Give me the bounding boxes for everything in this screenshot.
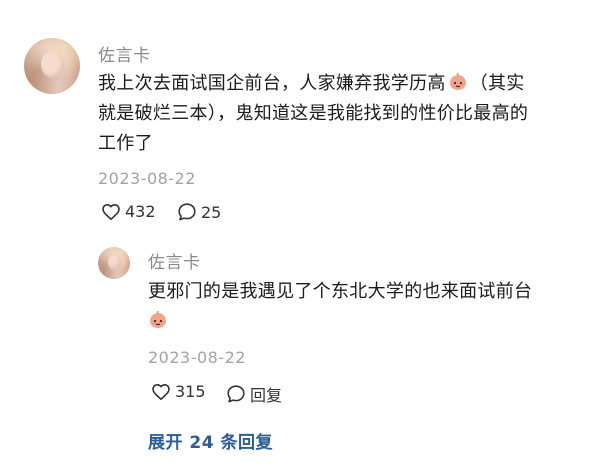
like-button[interactable]: 315 xyxy=(151,382,206,401)
main-comment: 佐言卡 我上次去面试国企前台，人家嫌弃我学历高 （其实 就是破烂三本），鬼知道这… xyxy=(0,0,600,240)
avatar[interactable] xyxy=(24,38,80,94)
peach-face-icon xyxy=(148,310,168,330)
speech-bubble-icon xyxy=(178,203,196,221)
reply-button[interactable]: 回复 xyxy=(226,382,282,406)
expand-replies-link[interactable]: 展开 24 条回复 xyxy=(148,428,273,453)
heart-icon xyxy=(102,203,120,220)
peach-face-icon xyxy=(448,72,468,92)
reply-comment: 佐言卡 更邪门的是我遇见了个东北大学的也来面试前台 2023-08-22 315 xyxy=(0,240,600,405)
reply-date: 2023-08-22 xyxy=(148,348,246,367)
reply-label: 回复 xyxy=(250,386,283,405)
heart-icon xyxy=(152,383,170,400)
like-count: 315 xyxy=(175,382,206,401)
avatar-face xyxy=(107,254,122,271)
reply-line-2 xyxy=(148,307,588,337)
reply-count: 25 xyxy=(201,202,222,222)
speech-bubble-icon xyxy=(227,385,245,403)
comment-line-1: 我上次去面试国企前台，人家嫌弃我学历高 （其实 xyxy=(98,69,588,99)
like-count: 432 xyxy=(125,202,156,221)
comment-line-3: 工作了 xyxy=(98,133,153,154)
comment-text: 我上次去面试国企前台，人家嫌弃我学历高 （其实 就是破烂三本），鬼知道这是我能找… xyxy=(98,69,588,159)
comment-text-part-1: 我上次去面试国企前台，人家嫌弃我学历高 xyxy=(98,73,446,94)
reply-text: 更邪门的是我遇见了个东北大学的也来面试前台 xyxy=(148,277,588,337)
comment-date: 2023-08-22 xyxy=(98,169,196,188)
reply-button[interactable]: 25 xyxy=(177,202,221,222)
username[interactable]: 佐言卡 xyxy=(98,41,151,66)
like-button[interactable]: 432 xyxy=(101,202,156,221)
username[interactable]: 佐言卡 xyxy=(148,248,201,273)
avatar[interactable] xyxy=(98,247,130,279)
comment-text-part-2: （其实 xyxy=(469,73,525,94)
reply-line-1: 更邪门的是我遇见了个东北大学的也来面试前台 xyxy=(148,281,533,302)
comment-line-2: 就是破烂三本），鬼知道这是我能找到的性价比最高的 xyxy=(98,103,529,124)
